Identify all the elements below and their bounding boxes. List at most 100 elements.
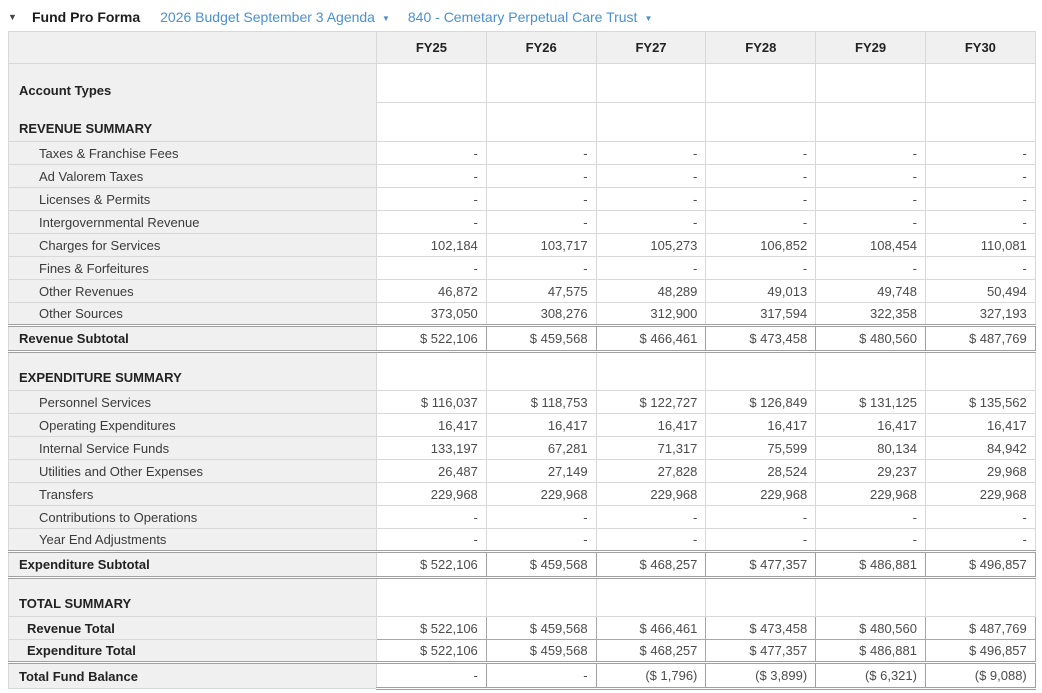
cell-value: 317,594 [705,302,817,326]
cell-value: 16,417 [595,413,707,437]
cell-value: $ 459,568 [485,551,597,578]
collapse-icon[interactable]: ▼ [8,11,26,23]
cell-value [595,351,707,391]
cell-value: - [705,187,817,211]
cell-value: - [924,164,1036,188]
cell-value: - [705,528,817,552]
cell-value: - [924,256,1036,280]
column-header: FY28 [705,31,817,64]
cell-value: 16,417 [376,413,487,437]
cell-value [705,102,817,142]
cell-value: 46,872 [376,279,487,303]
titlebar: ▼ Fund Pro Forma 2026 Budget September 3… [0,0,1042,31]
table-body: Account Types REVENUE SUMMARY Taxes & Fran… [8,63,1036,690]
cell-value [376,577,487,617]
row-label: Revenue Subtotal [8,325,377,352]
cell-value [376,102,487,142]
cell-value: 28,524 [705,459,817,483]
row-label: Transfers [8,482,377,506]
row-label: Internal Service Funds [8,436,377,460]
table-row: Account Types [8,63,1036,103]
cell-value: - [705,505,817,529]
cell-value: 327,193 [924,302,1036,326]
table-row: Other Revenues 46,872 47,575 48,289 49,013 49… [8,279,1036,303]
cell-value: 27,149 [485,459,597,483]
cell-value [924,63,1036,103]
cell-value: 29,968 [924,459,1036,483]
cell-value: - [595,187,707,211]
cell-value: 16,417 [924,413,1036,437]
corner-cell [8,31,377,64]
cell-value: $ 468,257 [595,551,707,578]
cell-value: - [595,210,707,234]
cell-value: - [815,164,926,188]
cell-value: $ 122,727 [595,390,707,414]
cell-value: $ 487,769 [924,325,1036,352]
cell-value: - [485,256,597,280]
cell-value: 48,289 [595,279,707,303]
table-row: EXPENDITURE SUMMARY [8,351,1036,391]
cell-value: - [924,187,1036,211]
column-header: FY26 [485,31,597,64]
table-row: Expenditure Total $ 522,106 $ 459,568 $ 468… [8,639,1036,663]
cell-value: - [815,505,926,529]
table-header: FY25 FY26 FY27 FY28 FY29 FY30 [8,31,1036,64]
cell-value: $ 473,458 [705,616,817,640]
column-header: FY30 [924,31,1036,64]
cell-value: - [705,141,817,165]
table-row: Operating Expenditures 16,417 16,417 16,417… [8,413,1036,437]
cell-value: $ 477,357 [705,551,817,578]
pro-forma-table: FY25 FY26 FY27 FY28 FY29 FY30 Account Types RE… [8,31,1036,690]
cell-value: $ 522,106 [376,616,487,640]
cell-value: - [595,164,707,188]
cell-value [485,102,597,142]
table-row: TOTAL SUMMARY [8,577,1036,617]
caret-down-icon: ▼ [381,13,390,23]
cell-value: 47,575 [485,279,597,303]
cell-value: - [595,141,707,165]
cell-value: ($ 1,796) [595,662,707,690]
table-row: Intergovernmental Revenue - - - - - - [8,210,1036,234]
budget-dropdown[interactable]: 2026 Budget September 3 Agenda ▼ [160,9,390,25]
cell-value: $ 459,568 [485,616,597,640]
cell-value: - [485,141,597,165]
cell-value: - [485,505,597,529]
cell-value: - [485,187,597,211]
fund-dropdown[interactable]: 840 - Cemetary Perpetual Care Trust ▼ [408,9,652,25]
cell-value: 26,487 [376,459,487,483]
column-header: FY27 [595,31,707,64]
cell-value: - [376,256,487,280]
table-row: Other Sources 373,050 308,276 312,900 317,59… [8,302,1036,326]
cell-value: - [705,256,817,280]
cell-value: - [595,256,707,280]
row-label: Intergovernmental Revenue [8,210,377,234]
cell-value: - [815,256,926,280]
cell-value: 229,968 [376,482,487,506]
cell-value: $ 522,106 [376,551,487,578]
cell-value: $ 477,357 [705,639,817,663]
cell-value: $ 116,037 [376,390,487,414]
cell-value: 229,968 [924,482,1036,506]
cell-value: 229,968 [485,482,597,506]
table-row: Utilities and Other Expenses 26,487 27,149… [8,459,1036,483]
fund-dropdown-label: 840 - Cemetary Perpetual Care Trust [407,9,638,25]
row-label: Other Sources [8,302,377,326]
cell-value: $ 486,881 [815,639,926,663]
cell-value: ($ 9,088) [924,662,1036,690]
cell-value: 29,237 [815,459,926,483]
page-title: Fund Pro Forma [32,9,141,25]
cell-value: 110,081 [924,233,1036,257]
cell-value: $ 480,560 [815,325,926,352]
cell-value: 49,013 [705,279,817,303]
cell-value: 105,273 [595,233,707,257]
cell-value: - [815,210,926,234]
cell-value [595,102,707,142]
cell-value: 50,494 [924,279,1036,303]
cell-value: 103,717 [485,233,597,257]
table-row: Expenditure Subtotal $ 522,106 $ 459,568 $ … [8,551,1036,578]
table-row: Ad Valorem Taxes - - - - - - [8,164,1036,188]
budget-dropdown-label: 2026 Budget September 3 Agenda [160,9,375,25]
cell-value: - [815,528,926,552]
table-row: Licenses & Permits - - - - - - [8,187,1036,211]
cell-value: 106,852 [705,233,817,257]
